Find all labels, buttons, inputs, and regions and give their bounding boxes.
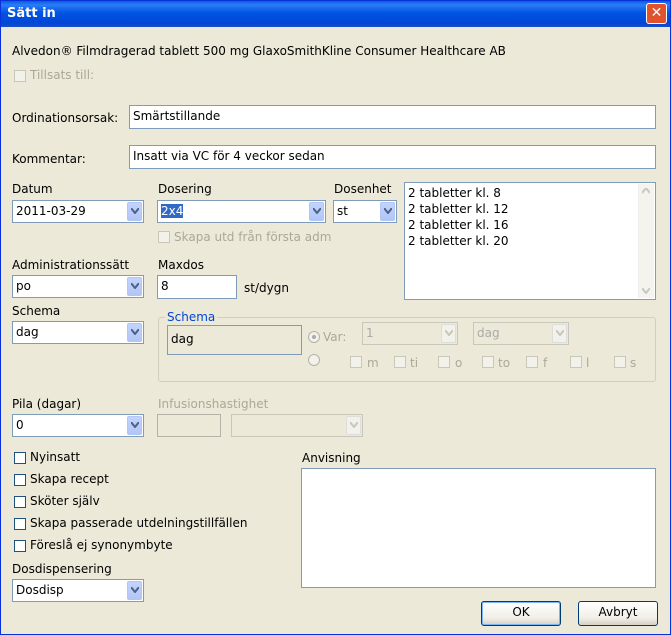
maxdos-input[interactable]: 8 <box>157 275 237 299</box>
chevron-down-icon[interactable] <box>127 202 142 221</box>
dosenhet-label: Dosenhet <box>334 182 392 196</box>
chevron-down-icon[interactable] <box>127 277 142 296</box>
maxdos-label: Maxdos <box>158 258 205 272</box>
scroll-down-icon[interactable] <box>642 288 650 294</box>
scrollbar[interactable] <box>638 184 654 298</box>
chevron-down-icon[interactable] <box>552 324 567 343</box>
schema-value: dag <box>16 325 39 339</box>
datum-label: Datum <box>12 182 53 196</box>
day-f-label: f <box>543 356 548 370</box>
skapa-recept-checkbox[interactable] <box>14 474 26 486</box>
dialog-window: Sätt in ✕ Alvedon® Filmdragerad tablett … <box>0 0 671 635</box>
infusionshastighet-unit-dropdown[interactable] <box>231 414 363 437</box>
title-bar: Sätt in ✕ <box>1 1 670 27</box>
var-number-value: 1 <box>366 326 374 340</box>
schema-label: Schema <box>12 304 61 318</box>
dosering-value: 2x4 <box>161 204 184 218</box>
weekday-radio[interactable] <box>308 354 320 366</box>
var-number-dropdown[interactable]: 1 <box>362 322 458 345</box>
ordinationsorsak-input[interactable]: Smärtstillande <box>129 105 656 129</box>
dosdispensering-value: Dosdisp <box>16 583 64 597</box>
day-o-label: o <box>455 356 463 370</box>
day-f-checkbox[interactable] <box>526 356 538 368</box>
day-l-checkbox[interactable] <box>570 356 582 368</box>
var-unit-value: dag <box>477 326 500 340</box>
tillsats-checkbox[interactable] <box>14 70 26 82</box>
chevron-down-icon[interactable] <box>309 202 324 221</box>
dosenhet-value: st <box>337 204 348 218</box>
skoter-sjalv-label: Sköter själv <box>30 494 100 508</box>
dosering-label: Dosering <box>158 182 212 196</box>
administrationssatt-dropdown[interactable]: po <box>12 275 144 298</box>
schema-dropdown[interactable]: dag <box>12 321 144 344</box>
infusionshastighet-label: Infusionshastighet <box>158 397 269 411</box>
chevron-down-icon[interactable] <box>127 581 142 600</box>
dosdispensering-label: Dosdispensering <box>12 562 112 576</box>
ordinationsorsak-label: Ordinationsorsak: <box>12 111 119 125</box>
day-s-label: s <box>630 356 637 370</box>
cancel-button[interactable]: Avbryt <box>578 601 658 626</box>
nyinsatt-label: Nyinsatt <box>30 450 81 464</box>
product-name: Alvedon® Filmdragerad tablett 500 mg Gla… <box>12 44 506 58</box>
anvisning-textarea[interactable] <box>301 468 656 588</box>
chevron-down-icon[interactable] <box>380 202 395 221</box>
var-label: Var: <box>323 330 347 344</box>
list-item[interactable]: 2 tabletter kl. 8 <box>408 186 501 200</box>
dosering-dropdown[interactable]: 2x4 <box>157 200 326 223</box>
close-button[interactable]: ✕ <box>646 3 667 24</box>
pila-value: 0 <box>16 418 24 432</box>
dosenhet-dropdown[interactable]: st <box>333 200 397 223</box>
skapa-utd-label: Skapa utd från första adm <box>174 230 332 244</box>
day-to-label: to <box>498 356 511 370</box>
list-item[interactable]: 2 tabletter kl. 12 <box>408 202 509 216</box>
skapa-passerade-label: Skapa passerade utdelningstillfällen <box>30 516 248 530</box>
day-m-label: m <box>367 356 379 370</box>
skapa-utd-checkbox[interactable] <box>158 231 170 243</box>
administrationssatt-label: Administrationssätt <box>12 258 130 272</box>
var-unit-dropdown[interactable]: dag <box>473 322 569 345</box>
pila-dropdown[interactable]: 0 <box>12 414 144 437</box>
scroll-up-icon[interactable] <box>642 188 650 194</box>
list-item[interactable]: 2 tabletter kl. 20 <box>408 234 509 248</box>
chevron-down-icon[interactable] <box>127 323 142 342</box>
kommentar-input[interactable]: Insatt via VC för 4 veckor sedan <box>129 145 656 169</box>
day-l-label: l <box>586 356 590 370</box>
anvisning-label: Anvisning <box>302 451 361 465</box>
day-to-checkbox[interactable] <box>482 356 494 368</box>
infusionshastighet-input[interactable] <box>157 414 221 437</box>
schema-group-label: Schema <box>165 310 218 324</box>
var-radio[interactable] <box>308 331 320 343</box>
kommentar-label: Kommentar: <box>12 152 86 166</box>
day-ti-label: ti <box>410 356 419 370</box>
ok-button[interactable]: OK <box>481 601 561 626</box>
synonymbyte-label: Föreslå ej synonymbyte <box>30 538 173 552</box>
datum-value: 2011-03-29 <box>16 204 86 218</box>
day-o-checkbox[interactable] <box>438 356 450 368</box>
chevron-down-icon[interactable] <box>127 416 142 435</box>
chevron-down-icon[interactable] <box>346 416 361 435</box>
skapa-recept-label: Skapa recept <box>30 472 109 486</box>
window-title: Sätt in <box>7 6 56 21</box>
skapa-passerade-checkbox[interactable] <box>14 518 26 530</box>
datum-dropdown[interactable]: 2011-03-29 <box>12 200 144 223</box>
nyinsatt-checkbox[interactable] <box>14 452 26 464</box>
day-ti-checkbox[interactable] <box>394 356 406 368</box>
tillsats-label: Tillsats till: <box>30 68 95 82</box>
day-s-checkbox[interactable] <box>614 356 626 368</box>
chevron-down-icon[interactable] <box>441 324 456 343</box>
list-item[interactable]: 2 tabletter kl. 16 <box>408 218 509 232</box>
administrationssatt-value: po <box>16 279 31 293</box>
maxdos-unit: st/dygn <box>244 281 289 295</box>
pila-label: Pila (dagar) <box>12 397 82 411</box>
dose-schedule-list[interactable]: 2 tabletter kl. 8 2 tabletter kl. 12 2 t… <box>404 182 656 300</box>
dosdispensering-dropdown[interactable]: Dosdisp <box>12 579 144 602</box>
day-m-checkbox[interactable] <box>350 356 362 368</box>
schema-display: dag <box>167 325 302 355</box>
skoter-sjalv-checkbox[interactable] <box>14 496 26 508</box>
synonymbyte-checkbox[interactable] <box>14 540 26 552</box>
